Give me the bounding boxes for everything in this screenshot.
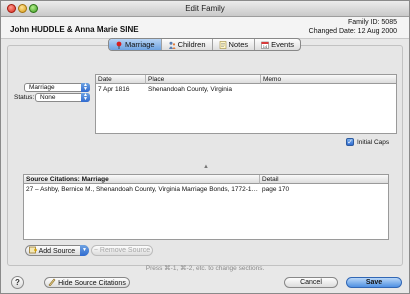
remove-source-button[interactable]: − Remove Source bbox=[91, 245, 153, 256]
keyboard-hint: Press ⌘-1, ⌘-2, etc. to change sections. bbox=[145, 265, 265, 272]
hide-source-citations-label: Hide Source Citations bbox=[58, 280, 126, 287]
status-popup[interactable]: None ▲ ▼ bbox=[35, 93, 90, 102]
marriage-pin-icon bbox=[116, 41, 122, 49]
edit-family-window: Edit Family John HUDDLE & Anna Marie SIN… bbox=[0, 0, 410, 294]
tab-events-label: Events bbox=[271, 40, 295, 49]
family-header: John HUDDLE & Anna Marie SINE Family ID:… bbox=[1, 17, 409, 39]
popup-arrows-icon: ▲ ▼ bbox=[81, 93, 90, 102]
tab-marriage[interactable]: Marriage bbox=[109, 39, 162, 50]
changed-date: Changed Date: 12 Aug 2000 bbox=[308, 28, 397, 35]
initial-caps-checkbox[interactable]: ✓ bbox=[346, 138, 354, 146]
children-icon bbox=[168, 41, 176, 49]
column-header-date[interactable]: Date bbox=[96, 75, 146, 84]
events-calendar-icon: 14 bbox=[261, 41, 269, 49]
marriage-events-table[interactable]: Date Place Memo 7 Apr 1816 Shenandoah Co… bbox=[95, 74, 397, 134]
citation-quill-icon bbox=[48, 278, 56, 287]
tab-marriage-label: Marriage bbox=[125, 40, 155, 49]
section-tabs: Marriage Children Notes 14 Events bbox=[108, 38, 302, 51]
marriage-type-value: Marriage bbox=[29, 84, 55, 91]
add-source-button[interactable]: Add Source ▼ bbox=[25, 245, 89, 256]
column-header-place[interactable]: Place bbox=[146, 75, 261, 84]
tab-notes-label: Notes bbox=[228, 40, 249, 49]
add-source-menu-arrow-icon[interactable]: ▼ bbox=[80, 245, 89, 256]
marriage-date-cell[interactable]: 7 Apr 1816 bbox=[96, 85, 146, 94]
cancel-button[interactable]: Cancel bbox=[284, 277, 338, 288]
window-title: Edit Family bbox=[185, 4, 225, 13]
save-button[interactable]: Save bbox=[346, 277, 402, 288]
notes-icon bbox=[219, 40, 226, 49]
remove-source-icon: − bbox=[93, 247, 98, 254]
marriage-type-popup[interactable]: Marriage ▲ ▼ bbox=[24, 83, 90, 92]
status-label: Status: bbox=[14, 94, 35, 101]
add-source-icon bbox=[29, 246, 37, 254]
column-header-detail[interactable]: Detail bbox=[260, 175, 388, 184]
split-divider-handle[interactable]: ▲ bbox=[203, 164, 209, 170]
column-header-source-citations[interactable]: Source Citations: Marriage bbox=[24, 175, 260, 184]
remove-source-label: Remove Source bbox=[99, 247, 151, 254]
svg-text:14: 14 bbox=[263, 44, 268, 49]
title-bar: Edit Family bbox=[1, 1, 409, 17]
help-button[interactable]: ? bbox=[11, 276, 24, 289]
family-id: Family ID: 5085 bbox=[347, 19, 397, 26]
add-source-label: Add Source bbox=[38, 248, 76, 255]
initial-caps-label[interactable]: Initial Caps bbox=[357, 139, 389, 146]
marriage-panel: Marriage ▲ ▼ Status: None ▲ ▼ Date Place M… bbox=[7, 45, 403, 266]
couple-name: John HUDDLE & Anna Marie SINE bbox=[10, 25, 139, 34]
tab-children-label: Children bbox=[177, 40, 206, 49]
column-header-memo[interactable]: Memo bbox=[261, 75, 396, 84]
marriage-place-cell[interactable]: Shenandoah County, Virginia bbox=[146, 85, 261, 94]
popup-arrows-icon: ▲ ▼ bbox=[81, 83, 90, 92]
source-citations-table[interactable]: Source Citations: Marriage Detail 27 – A… bbox=[23, 174, 389, 240]
hide-source-citations-button[interactable]: Hide Source Citations bbox=[44, 277, 130, 288]
citation-detail-cell[interactable]: page 170 bbox=[260, 185, 388, 194]
tab-events[interactable]: 14 Events bbox=[255, 39, 300, 50]
status-value: None bbox=[40, 94, 56, 101]
tab-notes[interactable]: Notes bbox=[213, 39, 256, 50]
tab-children[interactable]: Children bbox=[162, 39, 213, 50]
citation-cell[interactable]: 27 – Ashby, Bernice M., Shenandoah Count… bbox=[24, 185, 260, 194]
